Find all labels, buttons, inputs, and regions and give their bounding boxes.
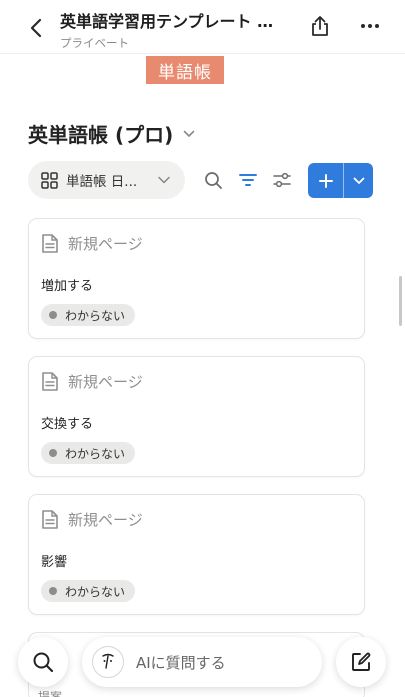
search-icon [33,652,54,673]
card-word: 影響 [41,555,68,570]
edit-icon [352,652,371,671]
status-dot [49,311,57,319]
gallery-card[interactable]: 新規ページ 増加する わからない [28,218,365,339]
highlighted-heading: 単語帳 [146,56,224,84]
chevron-down-icon [353,177,364,184]
database-title[interactable]: 英単語帳 (プロ) [28,119,195,148]
page-title: 英単語学習用テンプレート … [60,12,274,31]
card-page-title: 新規ページ [68,373,143,391]
back-button[interactable] [22,14,50,42]
ai-ask-input[interactable]: AIに質問する [82,637,322,687]
new-page-button-group [308,163,373,198]
top-bar: 英単語学習用テンプレート … プライベート [0,0,405,54]
more-horizontal-icon [361,24,379,28]
share-button[interactable] [306,12,334,40]
page-location: プライベート [60,36,129,50]
share-icon [312,16,328,36]
new-page-button[interactable] [308,163,343,198]
card-header: 新規ページ [41,509,143,530]
search-button[interactable] [200,167,226,193]
status-label: わからない [65,584,126,599]
sort-settings-button[interactable] [269,167,295,193]
page-icon [42,372,58,391]
compose-fab[interactable] [336,637,386,687]
search-fab[interactable] [18,637,68,687]
card-page-title: 新規ページ [68,511,143,529]
page-title-block[interactable]: 英単語学習用テンプレート … プライベート [60,8,296,51]
more-options-button[interactable] [356,12,384,40]
status-badge: わからない [41,442,136,464]
search-icon [204,171,222,189]
card-word: 提案 [38,690,63,697]
view-selector-label: 単語帳 日... [66,174,138,190]
status-dot [49,587,57,595]
status-label: わからない [65,308,126,323]
ai-face-icon [92,646,124,678]
card-word: 増加する [41,279,94,294]
view-selector[interactable]: 単語帳 日... [28,161,185,199]
new-page-options-button[interactable] [344,163,373,198]
gallery-view-icon [41,171,58,189]
chevron-down-icon [158,176,170,184]
gallery-card[interactable]: 新規ページ 影響 わからない [28,494,365,615]
database-title-text: 英単語帳 (プロ) [28,123,174,147]
scrollbar[interactable] [399,276,402,326]
chevron-left-icon [30,18,42,38]
status-badge: わからない [41,580,136,602]
sliders-icon [273,172,291,188]
card-word: 交換する [41,417,94,432]
page-icon [42,234,58,253]
card-page-title: 新規ページ [68,235,143,253]
page-icon [42,510,58,529]
gallery-card[interactable]: 新規ページ 交換する わからない [28,356,365,477]
card-header: 新規ページ [41,233,143,254]
status-badge: わからない [41,304,136,326]
status-dot [49,449,57,457]
status-label: わからない [65,446,126,461]
ai-ask-placeholder: AIに質問する [136,653,226,672]
filter-icon [239,174,257,186]
plus-icon [318,173,333,188]
card-header: 新規ページ [41,371,143,392]
filter-button[interactable] [235,167,261,193]
chevron-down-icon [183,130,195,137]
